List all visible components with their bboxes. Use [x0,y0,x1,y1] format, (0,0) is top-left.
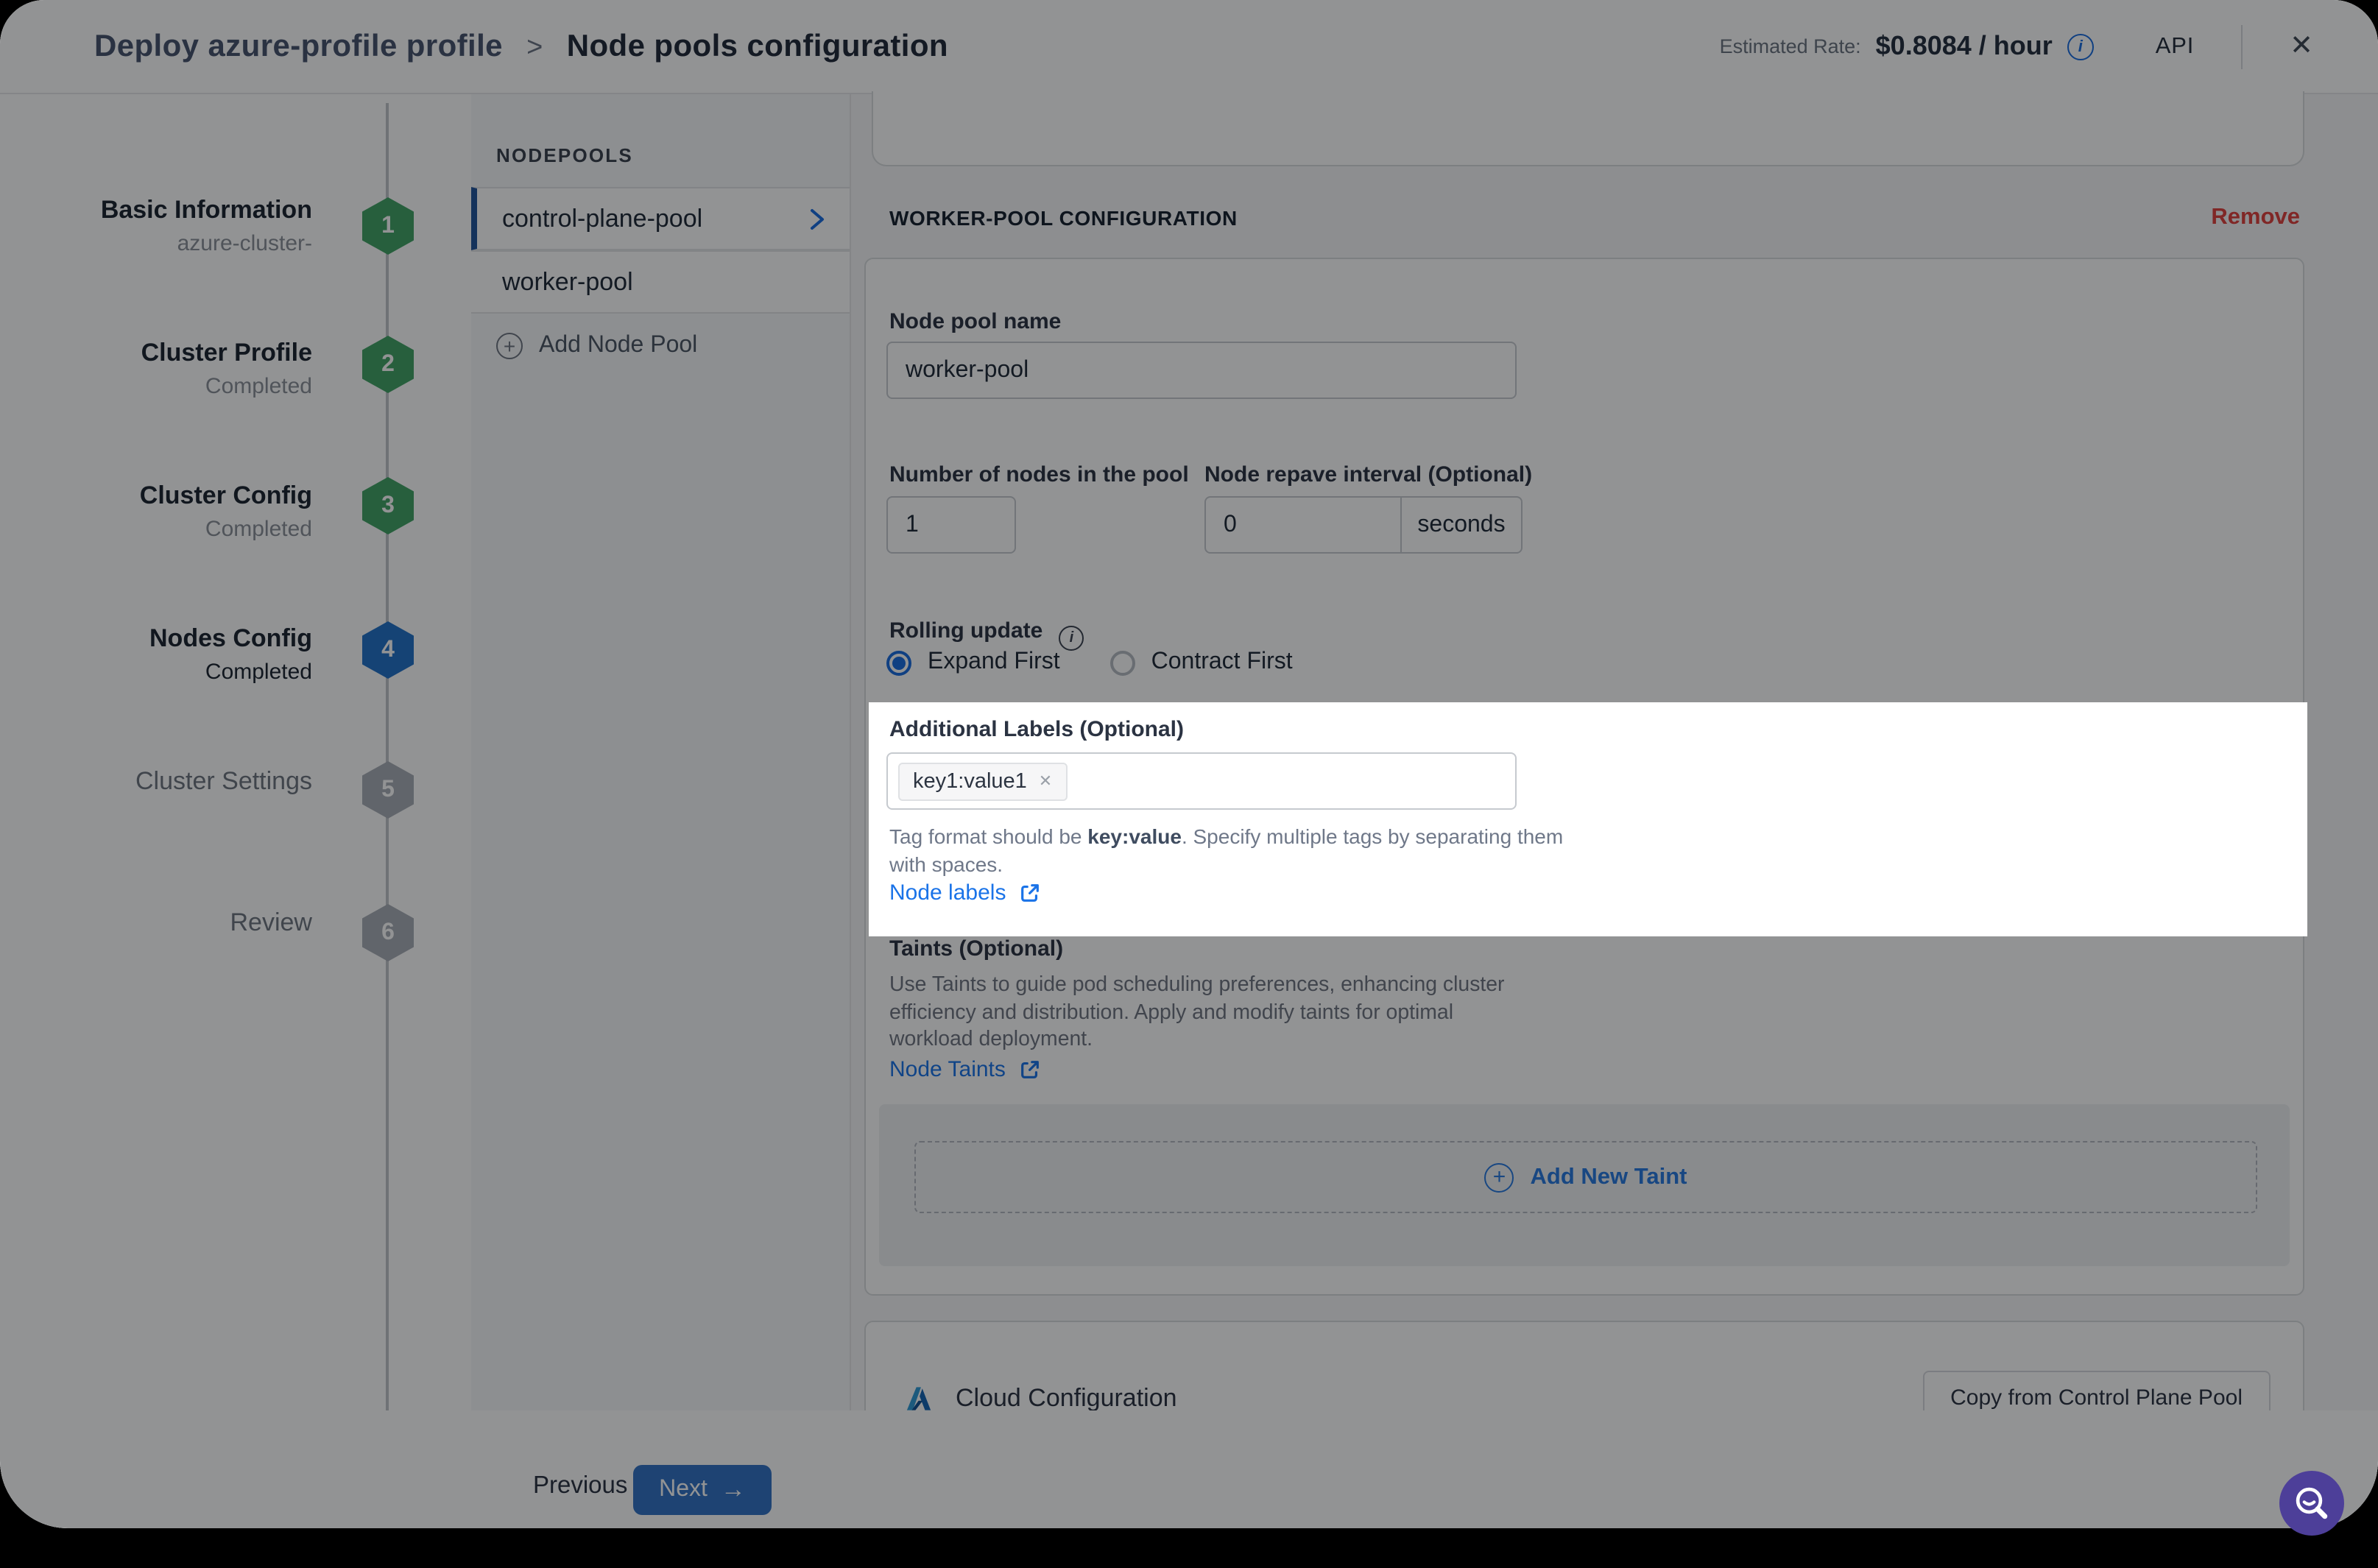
taints-label: Taints (Optional) [889,936,1064,961]
add-node-pool-button[interactable]: + Add Node Pool [471,314,850,378]
screen: Deploy azure-profile profile > Node pool… [0,0,2378,1568]
deploy-wizard-window: Deploy azure-profile profile > Node pool… [0,0,2378,1528]
close-icon[interactable]: ✕ [2290,29,2313,63]
taints-panel: + Add New Taint [879,1104,2290,1266]
repave-interval-group: seconds [1204,496,1523,554]
chevron-right-icon [808,207,826,230]
estimated-rate-value: $0.8084 / hour [1875,31,2053,60]
repave-unit: seconds [1417,512,1506,537]
step-title: Cluster Profile [141,339,312,367]
node-pool-name-input[interactable] [886,342,1517,399]
step-cluster-config[interactable]: Cluster Config Completed [0,478,312,546]
step-title: Basic Information [100,196,312,224]
radio-selected-icon [886,650,911,675]
repave-interval-label: Node repave interval (Optional) [1204,462,1533,487]
previous-section-card-edge [872,91,2304,166]
external-link-icon [1021,1061,1039,1078]
nodes-count-input[interactable] [886,496,1016,554]
estimated-rate-label: Estimated Rate: [1719,35,1861,57]
node-labels-link[interactable]: Node labels [889,880,1041,905]
additional-labels-spotlight: Additional Labels (Optional) key1:value1… [869,702,2307,936]
help-search-fab[interactable] [2279,1471,2344,1536]
radio-label: Expand First [928,649,1060,674]
breadcrumb-secondary: Node pools configuration [566,29,948,63]
node-pool-name-label: Node pool name [889,309,1062,334]
rolling-update-info-icon[interactable]: i [1059,626,1084,651]
external-link-icon [1021,884,1040,902]
radio-label: Contract First [1151,649,1293,674]
step-subtitle: Completed [205,374,312,399]
plus-circle-icon: + [496,333,523,359]
rolling-update-radios: Expand First Contract First [886,649,1293,676]
additional-labels-label: Additional Labels (Optional) [889,717,1184,742]
next-button-label: Next [659,1477,708,1502]
tag-remove-icon[interactable]: ✕ [1039,771,1052,791]
nodepool-item-control-plane-pool[interactable]: control-plane-pool [471,187,850,250]
add-new-taint-button[interactable]: + Add New Taint [914,1141,2257,1213]
wizard-footer [0,1410,2378,1528]
step-subtitle: azure-cluster- [177,231,312,256]
remove-pool-button[interactable]: Remove [2211,205,2300,231]
add-node-pool-label: Add Node Pool [539,333,698,358]
breadcrumb-separator: > [526,32,543,63]
node-taints-link-text: Node Taints [889,1057,1006,1082]
plus-circle-icon: + [1484,1162,1514,1192]
api-button[interactable]: API [2156,33,2194,60]
nodes-count-label: Number of nodes in the pool [889,462,1189,487]
rate-info-icon[interactable]: i [2067,33,2094,60]
step-review[interactable]: Review [0,905,313,939]
next-button[interactable]: Next → [633,1465,772,1515]
nodepool-item-worker-pool[interactable]: worker-pool [471,250,850,314]
radio-unselected-icon [1109,650,1135,675]
wizard-header: Deploy azure-profile profile > Node pool… [0,0,2378,94]
help-bold: key:value [1087,824,1182,848]
step-cluster-profile[interactable]: Cluster Profile Completed [0,336,312,403]
node-taints-link[interactable]: Node Taints [889,1057,1041,1082]
nodepools-header: NODEPOOLS [496,144,633,166]
nodepools-panel: NODEPOOLS control-plane-pool worker-pool… [471,94,851,1528]
help-prefix: Tag format should be [889,824,1088,848]
taints-description: Use Taints to guide pod scheduling prefe… [889,973,1505,1051]
rolling-update-text: Rolling update [889,618,1043,643]
step-title: Nodes Config [149,624,312,652]
step-nodes-config[interactable]: Nodes Config Completed [0,621,312,689]
breadcrumb: Deploy azure-profile profile > Node pool… [94,29,948,64]
nodepool-label: control-plane-pool [502,204,703,232]
rolling-update-label: Rolling update i [889,618,1084,651]
stepper-line [386,103,389,1413]
step-basic-information[interactable]: Basic Information azure-cluster- [0,193,312,261]
labels-tag-input[interactable]: key1:value1 ✕ [886,752,1517,810]
section-title: WORKER-POOL CONFIGURATION [889,206,1238,230]
step-title: Cluster Config [139,481,312,509]
repave-interval-input[interactable] [1206,498,1402,552]
step-title: Cluster Settings [135,767,312,795]
cloud-configuration-title: Cloud Configuration [956,1383,1177,1411]
label-tag-chip: key1:value1 ✕ [898,762,1068,800]
add-new-taint-label: Add New Taint [1530,1164,1687,1189]
header-actions: Estimated Rate: $0.8084 / hour i API ✕ [1720,24,2313,68]
labels-help-text: Tag format should be key:value. Specify … [889,823,1593,879]
previous-button[interactable]: Previous [533,1472,627,1500]
step-subtitle: Completed [205,517,312,542]
step-title: Review [230,908,313,936]
step-subtitle: Completed [205,660,312,685]
azure-logo-icon [906,1386,931,1410]
breadcrumb-primary: Deploy azure-profile profile [94,29,503,63]
magnifier-smile-icon [2296,1487,2328,1519]
header-divider [2241,24,2243,68]
radio-contract-first[interactable]: Contract First [1109,649,1293,676]
step-cluster-settings[interactable]: Cluster Settings [0,764,312,798]
radio-expand-first[interactable]: Expand First [886,649,1060,676]
node-labels-link-text: Node labels [889,880,1006,905]
nodepool-label: worker-pool [502,267,633,295]
tag-text: key1:value1 [913,769,1027,793]
arrow-right-icon: → [720,1475,746,1503]
